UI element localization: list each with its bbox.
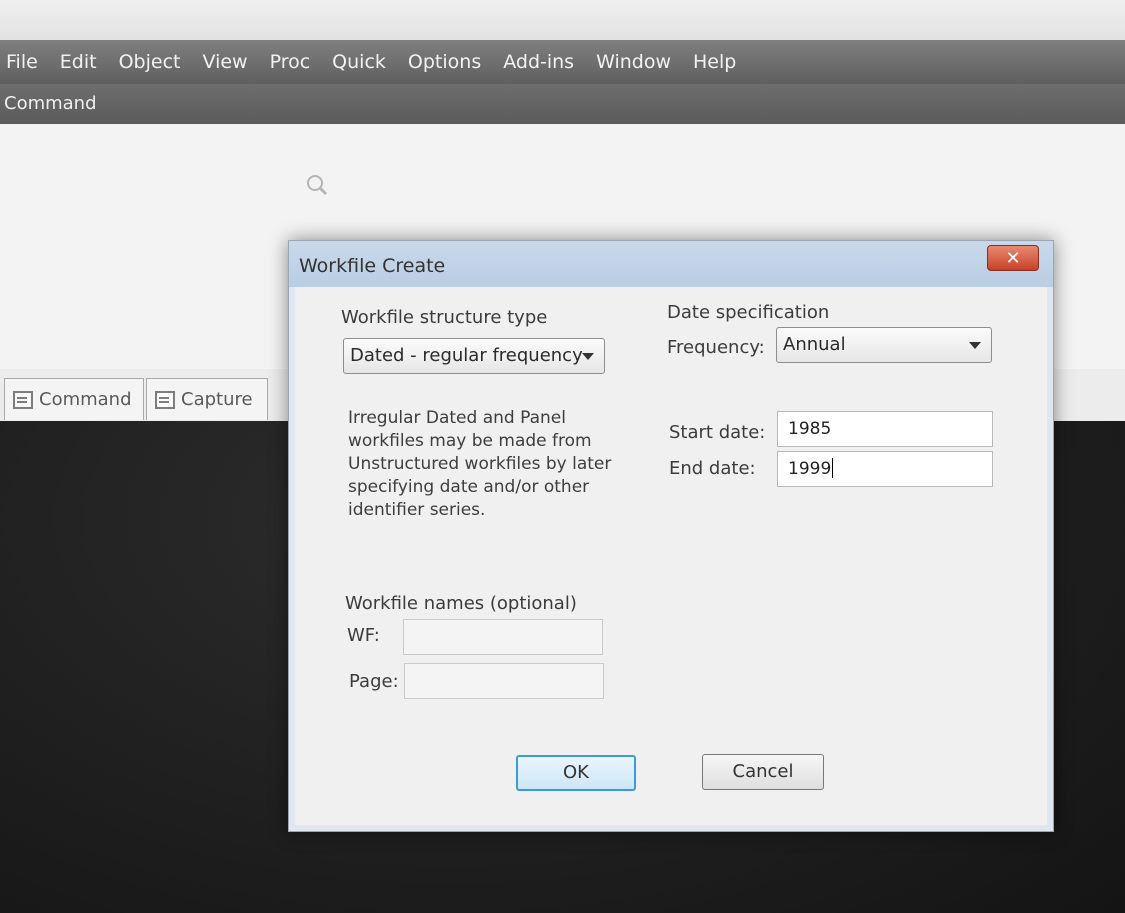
magnifier-icon [307,175,328,196]
menu-object[interactable]: Object [119,51,181,73]
structure-type-value: Dated - regular frequency [350,345,583,366]
structure-note: Irregular Dated and Panel workfiles may … [348,408,612,520]
dialog-body: Workfile structure type Dated - regular … [295,287,1047,825]
workfile-names-heading: Workfile names (optional) [345,593,577,614]
chevron-down-icon [582,353,594,360]
tab-command-label: Command [39,389,132,410]
end-date-field[interactable]: 1999 [777,451,993,487]
menu-help[interactable]: Help [693,51,736,73]
close-icon: ✕ [1005,248,1021,269]
start-date-label: Start date: [669,422,766,443]
screen-top-strip [0,0,1125,40]
page-name-field[interactable] [404,663,604,699]
close-button[interactable]: ✕ [987,245,1039,271]
tab-capture-label: Capture [181,389,253,410]
menu-proc[interactable]: Proc [270,51,311,73]
dialog-title: Workfile Create [299,255,446,277]
menu-file[interactable]: File [6,51,38,73]
tab-capture[interactable]: Capture [146,378,268,420]
chevron-down-icon [969,342,981,349]
menu-view[interactable]: View [202,51,247,73]
menu-window[interactable]: Window [596,51,671,73]
page-label: Page: [349,671,399,692]
end-date-value: 1999 [788,459,832,479]
menu-add-ins[interactable]: Add-ins [503,51,574,73]
window-icon [155,390,175,409]
wf-name-field[interactable] [403,619,603,655]
menu-quick[interactable]: Quick [332,51,386,73]
end-date-label: End date: [669,458,756,479]
cancel-button[interactable]: Cancel [702,754,824,790]
menu-edit[interactable]: Edit [60,51,97,73]
ok-button-label: OK [563,762,589,783]
command-window-header: Command [0,84,1125,124]
structure-type-heading: Workfile structure type [341,307,548,328]
cancel-button-label: Cancel [732,761,794,782]
ok-button[interactable]: OK [516,755,636,791]
start-date-field[interactable]: 1985 [777,411,993,447]
workfile-create-dialog: Workfile Create ✕ Workfile structure typ… [288,240,1054,832]
structure-type-select[interactable]: Dated - regular frequency [343,338,605,374]
frequency-label: Frequency: [667,337,765,358]
date-spec-heading: Date specification [667,302,830,323]
text-caret [832,458,834,478]
start-date-value: 1985 [788,419,832,439]
dialog-title-bar[interactable]: Workfile Create ✕ [289,241,1053,287]
wf-label: WF: [347,625,380,646]
frequency-select[interactable]: Annual [776,327,992,363]
tab-command[interactable]: Command [4,378,144,420]
frequency-value: Annual [783,334,846,355]
window-icon [13,390,33,409]
menu-bar: File Edit Object View Proc Quick Options… [0,40,1125,84]
menu-options[interactable]: Options [408,51,481,73]
